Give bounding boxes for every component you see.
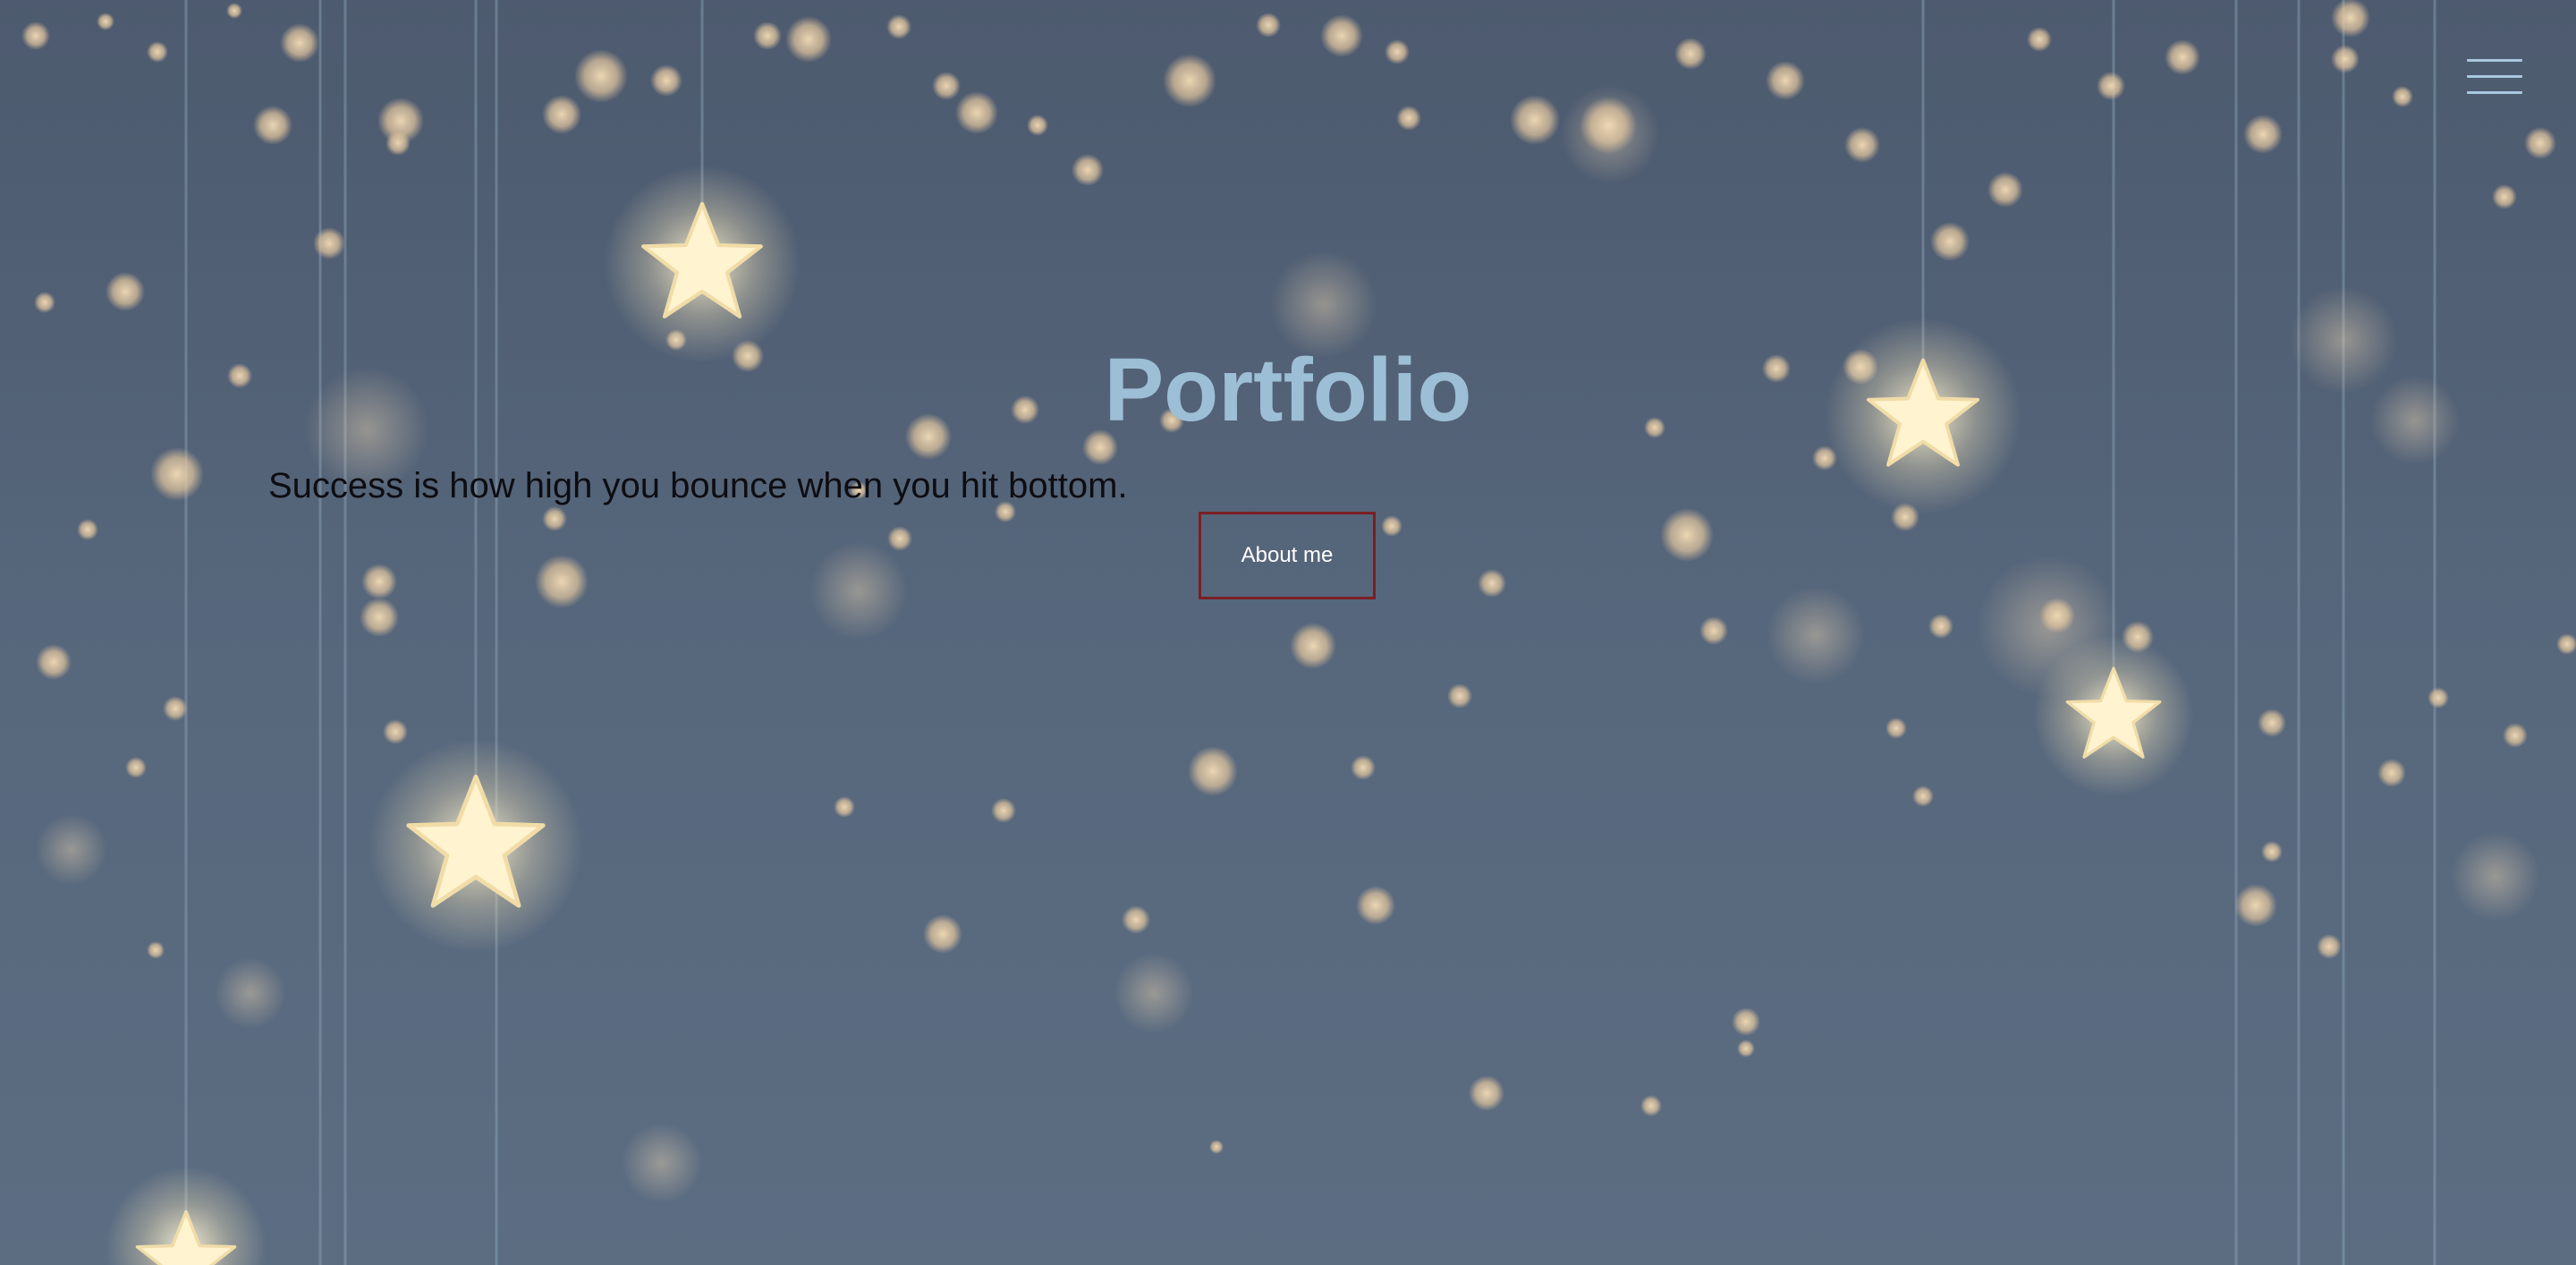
starry-bokeh-background [0,0,2576,1265]
menu-bar-bottom [2467,91,2522,94]
tagline-quote: Success is how high you bounce when you … [268,466,1128,505]
menu-bar-top [2467,59,2522,62]
about-me-button[interactable]: About me [1199,512,1376,599]
menu-bar-middle [2467,75,2522,78]
hero-section: Portfolio Success is how high you bounce… [0,0,2576,1265]
hamburger-menu-icon[interactable] [2467,55,2522,98]
page-title: Portfolio [1104,340,1472,440]
